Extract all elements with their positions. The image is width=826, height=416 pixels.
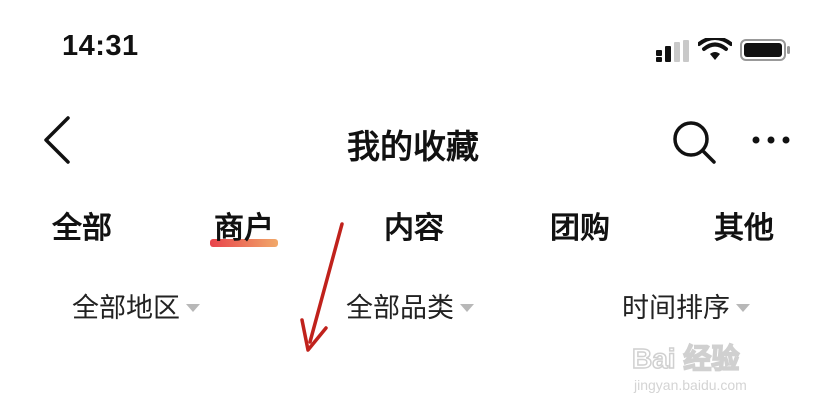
caret-down-icon — [186, 303, 200, 312]
annotation-arrow-icon — [300, 222, 344, 352]
watermark-url: jingyan.baidu.com — [633, 377, 747, 393]
baidu-jingyan-watermark: Bai 经验 jingyan.baidu.com — [631, 341, 747, 393]
wifi-icon — [698, 38, 732, 60]
caret-down-icon — [460, 303, 474, 312]
filter-category-dropdown[interactable]: 全部品类 — [346, 286, 474, 325]
tab-label: 团购 — [550, 211, 610, 246]
signal-icon — [656, 40, 689, 62]
caret-down-icon — [736, 303, 750, 312]
tab-label: 全部 — [52, 211, 112, 246]
tab-all[interactable]: 全部 — [52, 203, 112, 247]
filter-sort-dropdown[interactable]: 时间排序 — [622, 286, 750, 325]
status-time: 14:31 — [62, 30, 139, 62]
watermark-brand: Bai 经验 — [632, 342, 739, 374]
more-dots-icon[interactable] — [750, 132, 792, 148]
filter-label: 全部品类 — [346, 293, 454, 324]
tab-label: 商户 — [214, 211, 274, 246]
screen: 14:31 我的收藏 全部 商户 内容 团购 其他 全部地区 全部品类 时间排序… — [0, 0, 826, 416]
tab-other[interactable]: 其他 — [714, 203, 774, 247]
tab-merchant[interactable]: 商户 — [210, 203, 278, 247]
filter-label: 时间排序 — [622, 293, 730, 324]
search-icon[interactable] — [670, 118, 718, 166]
tab-group-buy[interactable]: 团购 — [550, 203, 610, 247]
tab-label: 内容 — [384, 211, 444, 246]
filter-region-dropdown[interactable]: 全部地区 — [72, 286, 200, 325]
tab-content[interactable]: 内容 — [384, 203, 444, 247]
battery-icon — [740, 39, 790, 61]
filter-label: 全部地区 — [72, 293, 180, 324]
tab-label: 其他 — [714, 211, 774, 246]
